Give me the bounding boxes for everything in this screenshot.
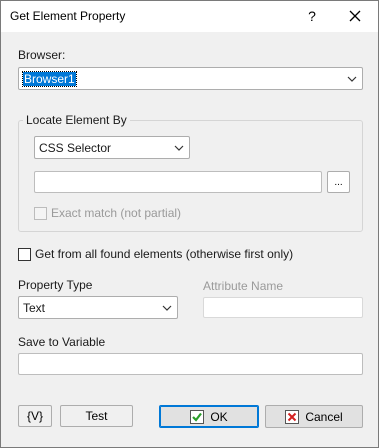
chevron-down-icon [162, 305, 172, 311]
locate-method-value: CSS Selector [39, 141, 112, 155]
chevron-down-icon [174, 145, 184, 151]
property-type-label: Property Type [18, 278, 93, 292]
selector-browse-button[interactable]: ... [327, 171, 350, 193]
browse-button-label: ... [334, 176, 343, 188]
attribute-name-label: Attribute Name [203, 279, 284, 293]
property-type-value: Text [23, 301, 46, 315]
property-type-combobox[interactable]: Text [18, 296, 178, 319]
save-to-variable-label: Save to Variable [18, 335, 106, 349]
ok-button[interactable]: OK [159, 405, 259, 428]
test-button-label: Test [85, 409, 108, 423]
browser-label: Browser: [18, 48, 66, 62]
exact-match-checkbox[interactable] [34, 207, 47, 220]
test-button[interactable]: Test [60, 405, 133, 427]
cancel-x-icon [285, 409, 300, 424]
browser-combobox[interactable]: Browser1 [18, 67, 363, 90]
browser-combobox-value: Browser1 [22, 71, 77, 87]
cancel-button-label: Cancel [305, 409, 343, 424]
insert-variable-button[interactable]: {V} [18, 405, 52, 427]
close-icon [349, 10, 361, 22]
exact-match-label: Exact match (not partial) [51, 206, 182, 220]
locate-element-group-label: Locate Element By [23, 113, 130, 127]
checkmark-icon [190, 409, 205, 424]
selector-input[interactable] [34, 171, 322, 193]
attribute-name-input[interactable] [203, 297, 363, 318]
save-to-variable-input[interactable] [18, 353, 363, 375]
cancel-button[interactable]: Cancel [265, 405, 363, 428]
title-bar: Get Element Property ? [1, 1, 378, 32]
help-icon: ? [308, 8, 316, 24]
get-element-property-dialog: Get Element Property ? Browser: Browser1… [0, 0, 379, 448]
insert-variable-label: {V} [26, 409, 44, 423]
chevron-down-icon [347, 76, 357, 82]
ok-button-label: OK [210, 409, 228, 424]
all-found-elements-checkbox[interactable] [18, 248, 31, 261]
close-button[interactable] [342, 3, 368, 29]
help-button[interactable]: ? [299, 3, 325, 29]
window-title: Get Element Property [10, 9, 126, 23]
locate-method-combobox[interactable]: CSS Selector [34, 136, 190, 159]
all-found-elements-label: Get from all found elements (otherwise f… [35, 247, 294, 261]
